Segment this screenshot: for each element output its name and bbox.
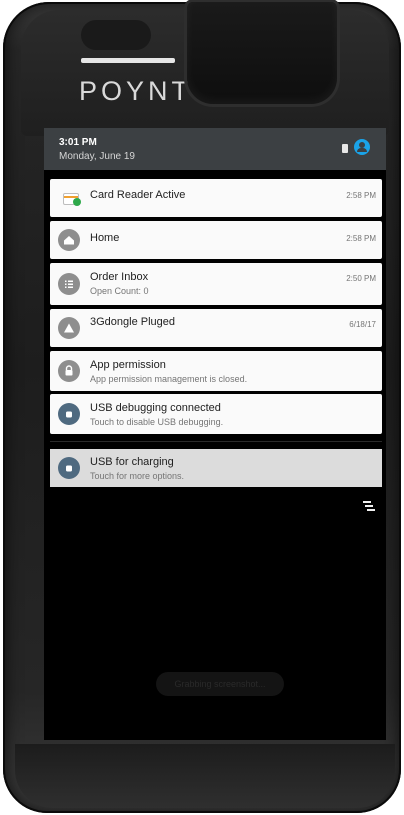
notification-usb-debugging[interactable]: USB debugging connected Touch to disable… [50,394,382,434]
notification-time: 2:50 PM [346,274,376,283]
notification-title: Order Inbox [90,271,149,283]
sim-card-icon [342,144,348,153]
android-icon [58,403,80,425]
warning-icon [58,317,80,339]
printer-slot [187,2,337,104]
divider [50,441,382,442]
notification-title: App permission [90,359,166,371]
brand-logo: POYNT [79,76,193,106]
notification-app-permission[interactable]: App permission App permission management… [50,351,382,391]
notification-subtitle: Touch to disable USB debugging. [90,417,224,427]
status-time: 3:01 PM [59,137,97,148]
status-date: Monday, June 19 [59,151,135,162]
notification-order-inbox[interactable]: Order Inbox Open Count: 0 2:50 PM [50,263,382,305]
notification-subtitle: App permission management is closed. [90,374,248,384]
home-icon [58,229,80,251]
status-bar[interactable]: 3:01 PM Monday, June 19 [44,128,386,170]
screenshot-toast: Grabbing screenshot... [156,672,284,696]
clear-all-icon[interactable] [361,500,375,514]
notification-home[interactable]: Home 2:58 PM [50,221,382,259]
speaker-grille [81,58,175,63]
notification-title: Home [90,232,120,244]
lock-icon [58,360,80,382]
bottom-chin [15,744,395,808]
screen: 3:01 PM Monday, June 19 Card Reader Acti… [44,128,386,740]
notification-title: USB debugging connected [90,402,221,414]
android-icon [58,457,80,479]
notification-subtitle: Open Count: 0 [90,286,149,296]
notification-time: 6/18/17 [349,320,376,329]
notification-time: 2:58 PM [346,234,376,243]
notification-title: USB for charging [90,456,174,468]
check-icon [73,198,81,206]
notification-title: 3Gdongle Pluged [90,316,176,328]
notification-card-reader[interactable]: Card Reader Active 2:58 PM [50,179,382,217]
notification-3gdongle[interactable]: 3Gdongle Pluged 6/18/17 [50,309,382,347]
list-icon [58,273,80,295]
notification-subtitle: Touch for more options. [90,471,185,481]
notification-usb-charging[interactable]: USB for charging Touch for more options. [50,449,382,487]
bezel-bump [81,20,151,50]
notification-title: Card Reader Active [90,189,186,201]
notification-time: 2:58 PM [346,191,376,200]
account-circle-icon[interactable] [354,139,370,155]
